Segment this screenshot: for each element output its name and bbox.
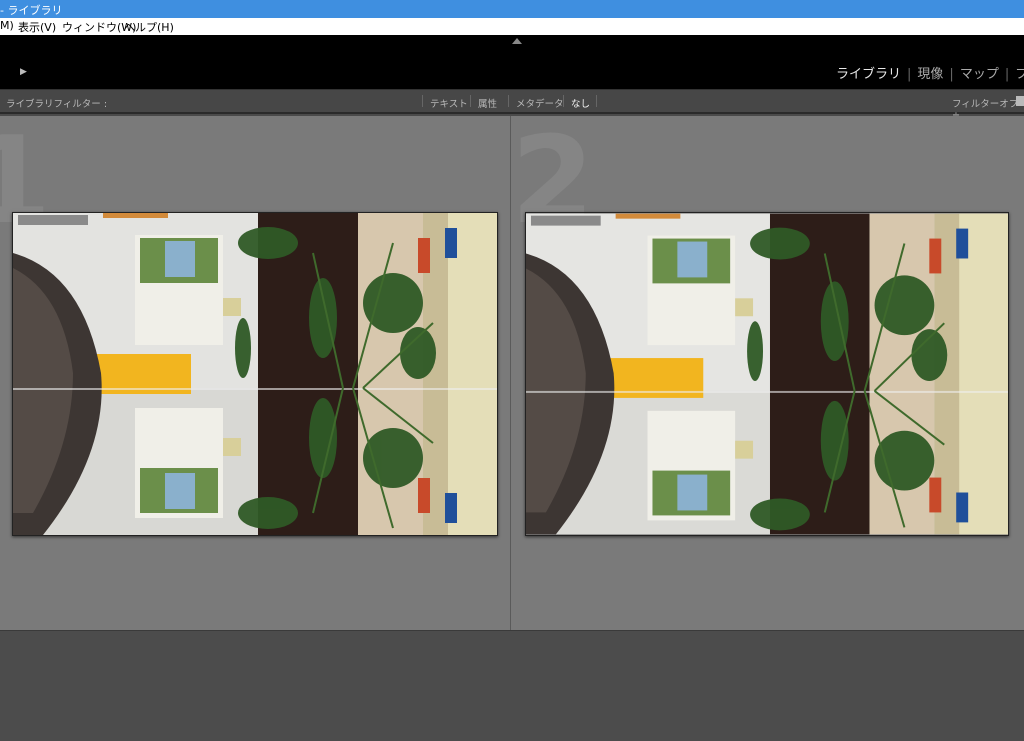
library-filter-bar: ライブラリフィルター : テキスト 属性 メタデータ なし フィルターオフ ÷ xyxy=(0,89,1024,121)
photo-thumbnail[interactable] xyxy=(12,212,498,536)
compare-pane-right[interactable]: 2 xyxy=(511,116,1024,630)
photo-image xyxy=(13,213,497,535)
filter-attribute[interactable]: 属性 xyxy=(478,96,497,110)
collapse-top-panel-icon[interactable] xyxy=(512,38,522,44)
window-title: - ライブラリ xyxy=(0,4,63,17)
module-book[interactable]: ブ xyxy=(1015,67,1024,82)
compare-view: 1 2 xyxy=(0,116,1024,630)
menu-item-view[interactable]: 表示(V) xyxy=(18,19,56,35)
filter-separator xyxy=(596,95,597,107)
filter-separator xyxy=(563,95,564,107)
photo-image xyxy=(526,213,1008,535)
module-develop[interactable]: 現像 xyxy=(917,67,943,82)
photo-thumbnail[interactable] xyxy=(525,212,1009,536)
module-separator: | xyxy=(907,67,912,82)
module-separator: | xyxy=(949,67,954,82)
filter-separator xyxy=(508,95,509,107)
module-separator: | xyxy=(1004,67,1010,82)
bottom-panel xyxy=(0,630,1024,741)
compare-pane-left[interactable]: 1 xyxy=(0,116,510,630)
lock-icon[interactable] xyxy=(1016,96,1024,106)
module-picker: ライブラリ | 現像 | マップ | ブ xyxy=(836,63,1024,82)
library-filter-label: ライブラリフィルター : xyxy=(6,99,108,110)
filter-metadata[interactable]: メタデータ xyxy=(516,96,564,110)
menu-item-help[interactable]: ヘルプ(H) xyxy=(124,19,174,35)
module-map[interactable]: マップ xyxy=(960,67,999,82)
menu-item-m[interactable]: M) xyxy=(0,19,14,32)
module-library[interactable]: ライブラリ xyxy=(836,67,901,82)
window-titlebar: - ライブラリ xyxy=(0,0,1024,18)
filter-text[interactable]: テキスト xyxy=(430,96,468,110)
filter-separator xyxy=(422,95,423,107)
menu-bar: M) 表示(V) ウィンドウ(W) ヘルプ(H) xyxy=(0,18,1024,35)
filter-none[interactable]: なし xyxy=(571,96,590,110)
module-header: ▶ ライブラリ | 現像 | マップ | ブ xyxy=(0,35,1024,89)
play-icon[interactable]: ▶ xyxy=(20,67,27,77)
filter-separator xyxy=(470,95,471,107)
